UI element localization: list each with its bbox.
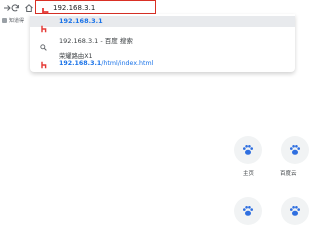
honor-logo-icon (40, 54, 48, 73)
address-bar[interactable] (35, 0, 156, 16)
home-icon[interactable] (24, 3, 34, 13)
bookmark-label: 知道得 (9, 18, 25, 24)
baidu-paw-icon (290, 206, 300, 216)
shortcut-tile-baidu-cloud[interactable] (281, 136, 309, 164)
suggestion-row-history[interactable]: 荣耀路由X1 192.168.3.1/html/index.html (30, 50, 295, 70)
suggestion-url-path: /html/index.html (101, 60, 154, 67)
baidu-paw-icon (243, 145, 253, 155)
baidu-paw-icon (290, 145, 300, 155)
bookmark-favicon-icon (2, 18, 7, 23)
suggestion-row-site[interactable]: 192.168.3.1 (30, 16, 295, 33)
reload-icon[interactable] (10, 3, 20, 13)
suggestion-url-match: 192.168.3.1 (59, 60, 102, 67)
shortcut-tile[interactable] (281, 197, 309, 225)
suggestion-text: 192.168.3.1 (59, 17, 103, 25)
shortcut-label: 百度云 (280, 171, 297, 177)
suggestion-text: 192.168.3.1 - 百度 搜索 (59, 37, 133, 45)
suggestion-row-search[interactable]: 192.168.3.1 - 百度 搜索 (30, 33, 295, 51)
address-input[interactable] (53, 2, 153, 13)
shortcut-tile-home[interactable] (234, 136, 262, 164)
baidu-paw-icon (243, 206, 253, 216)
shortcut-tile[interactable] (234, 197, 262, 225)
suggestion-url: 192.168.3.1/html/index.html (59, 60, 153, 67)
suggestion-title: 荣耀路由X1 (59, 53, 93, 60)
omnibox-suggestions-dropdown: 192.168.3.1 192.168.3.1 - 百度 搜索 荣耀路由X1 1… (30, 14, 295, 72)
shortcut-label: 主页 (243, 171, 255, 177)
bookmark-item[interactable]: 知道得 (2, 17, 24, 24)
